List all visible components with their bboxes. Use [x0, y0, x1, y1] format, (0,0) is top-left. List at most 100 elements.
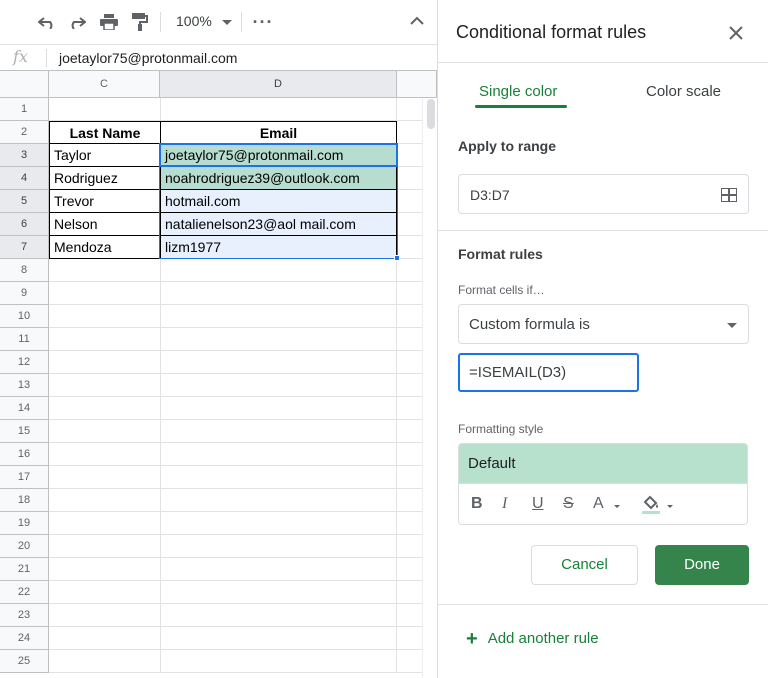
row-header[interactable]: 14	[0, 397, 49, 420]
cell-c[interactable]	[49, 259, 161, 282]
row-header[interactable]: 10	[0, 305, 49, 328]
cell-d[interactable]	[160, 604, 397, 627]
cell-c[interactable]	[49, 420, 161, 443]
cell-d[interactable]	[160, 650, 397, 673]
fill-handle[interactable]	[394, 255, 400, 261]
row-header[interactable]: 9	[0, 282, 49, 305]
row-header[interactable]: 7	[0, 236, 49, 259]
cell-d[interactable]	[160, 466, 397, 489]
row-header[interactable]: 16	[0, 443, 49, 466]
cell-c[interactable]	[49, 351, 161, 374]
row-header[interactable]: 25	[0, 650, 49, 673]
cell-d[interactable]	[160, 535, 397, 558]
cell-c[interactable]	[49, 374, 161, 397]
row-header[interactable]: 18	[0, 489, 49, 512]
row-header[interactable]: 6	[0, 213, 49, 236]
cell-c[interactable]: Nelson	[49, 213, 161, 236]
cell-c[interactable]	[49, 650, 161, 673]
cell-c[interactable]: Taylor	[49, 144, 161, 167]
row-header[interactable]: 5	[0, 190, 49, 213]
row-header[interactable]: 13	[0, 374, 49, 397]
zoom-select[interactable]: 100%	[176, 13, 212, 29]
cell-c[interactable]	[49, 98, 161, 121]
underline-button[interactable]: U	[532, 495, 544, 513]
cell-d[interactable]: lizm1977	[160, 236, 397, 259]
row-header[interactable]: 12	[0, 351, 49, 374]
cell-d[interactable]	[160, 259, 397, 282]
condition-select[interactable]: Custom formula is	[458, 304, 749, 344]
cell-d[interactable]	[160, 443, 397, 466]
cell-d[interactable]	[160, 328, 397, 351]
cell-c[interactable]: Rodriguez	[49, 167, 161, 190]
cell-d[interactable]	[160, 282, 397, 305]
row-header[interactable]: 23	[0, 604, 49, 627]
cell-c[interactable]	[49, 581, 161, 604]
range-input[interactable]: D3:D7	[458, 174, 749, 214]
cell-d[interactable]	[160, 374, 397, 397]
chevron-down-icon[interactable]	[222, 20, 232, 25]
row-header[interactable]: 2	[0, 121, 49, 144]
cell-d[interactable]: natalienelson23@aol mail.com	[160, 213, 397, 236]
cell-c[interactable]	[49, 558, 161, 581]
undo-icon[interactable]	[36, 12, 58, 32]
row-header[interactable]: 1	[0, 98, 49, 121]
column-header-e[interactable]	[397, 71, 437, 98]
style-preview[interactable]: Default	[459, 444, 747, 483]
cell-c[interactable]: Trevor	[49, 190, 161, 213]
row-header[interactable]: 3	[0, 144, 49, 167]
cell-c[interactable]	[49, 282, 161, 305]
print-icon[interactable]	[98, 12, 120, 32]
row-header[interactable]: 21	[0, 558, 49, 581]
collapse-icon[interactable]	[410, 13, 424, 29]
cancel-button[interactable]: Cancel	[531, 545, 638, 585]
cell-d[interactable]	[160, 489, 397, 512]
bold-button[interactable]: B	[471, 495, 483, 513]
paint-format-icon[interactable]	[129, 12, 151, 32]
row-header[interactable]: 20	[0, 535, 49, 558]
select-all-corner[interactable]	[0, 71, 49, 98]
cell-c[interactable]	[49, 443, 161, 466]
redo-icon[interactable]	[66, 12, 88, 32]
cell-c[interactable]	[49, 305, 161, 328]
cell-d[interactable]	[160, 627, 397, 650]
cell-c[interactable]	[49, 328, 161, 351]
italic-button[interactable]: I	[502, 495, 507, 513]
column-header-c[interactable]: C	[49, 71, 160, 98]
cell-d[interactable]: Email	[160, 121, 397, 144]
more-icon[interactable]: ···	[252, 12, 274, 32]
cell-d[interactable]	[160, 305, 397, 328]
cell-c[interactable]: Last Name	[49, 121, 161, 144]
cell-c[interactable]	[49, 397, 161, 420]
cell-d[interactable]: noahrodriguez39@outlook.com	[160, 167, 397, 190]
cell-c[interactable]	[49, 489, 161, 512]
strikethrough-button[interactable]: S	[563, 495, 574, 513]
cell-d[interactable]	[160, 98, 397, 121]
add-another-rule-button[interactable]: + Add another rule	[466, 628, 599, 651]
cell-d[interactable]: hotmail.com	[160, 190, 397, 213]
close-icon[interactable]	[729, 22, 743, 44]
select-range-icon[interactable]	[721, 188, 737, 202]
cell-d[interactable]	[160, 558, 397, 581]
cell-c[interactable]	[49, 604, 161, 627]
row-header[interactable]: 11	[0, 328, 49, 351]
row-header[interactable]: 8	[0, 259, 49, 282]
scrollbar-thumb[interactable]	[427, 99, 435, 129]
column-header-d[interactable]: D	[160, 71, 397, 98]
row-header[interactable]: 22	[0, 581, 49, 604]
cell-d[interactable]	[160, 397, 397, 420]
row-header[interactable]: 24	[0, 627, 49, 650]
text-color-button[interactable]: A	[593, 495, 604, 513]
cell-d[interactable]	[160, 512, 397, 535]
vertical-scrollbar[interactable]	[422, 98, 437, 678]
row-header[interactable]: 17	[0, 466, 49, 489]
row-header[interactable]: 19	[0, 512, 49, 535]
row-header[interactable]: 15	[0, 420, 49, 443]
cell-c[interactable]: Mendoza	[49, 236, 161, 259]
cell-c[interactable]	[49, 512, 161, 535]
row-header[interactable]: 4	[0, 167, 49, 190]
done-button[interactable]: Done	[655, 545, 749, 585]
cell-d[interactable]: joetaylor75@protonmail.com	[160, 144, 397, 167]
custom-formula-input[interactable]: =ISEMAIL(D3)	[458, 353, 639, 392]
cell-d[interactable]	[160, 351, 397, 374]
cell-d[interactable]	[160, 581, 397, 604]
